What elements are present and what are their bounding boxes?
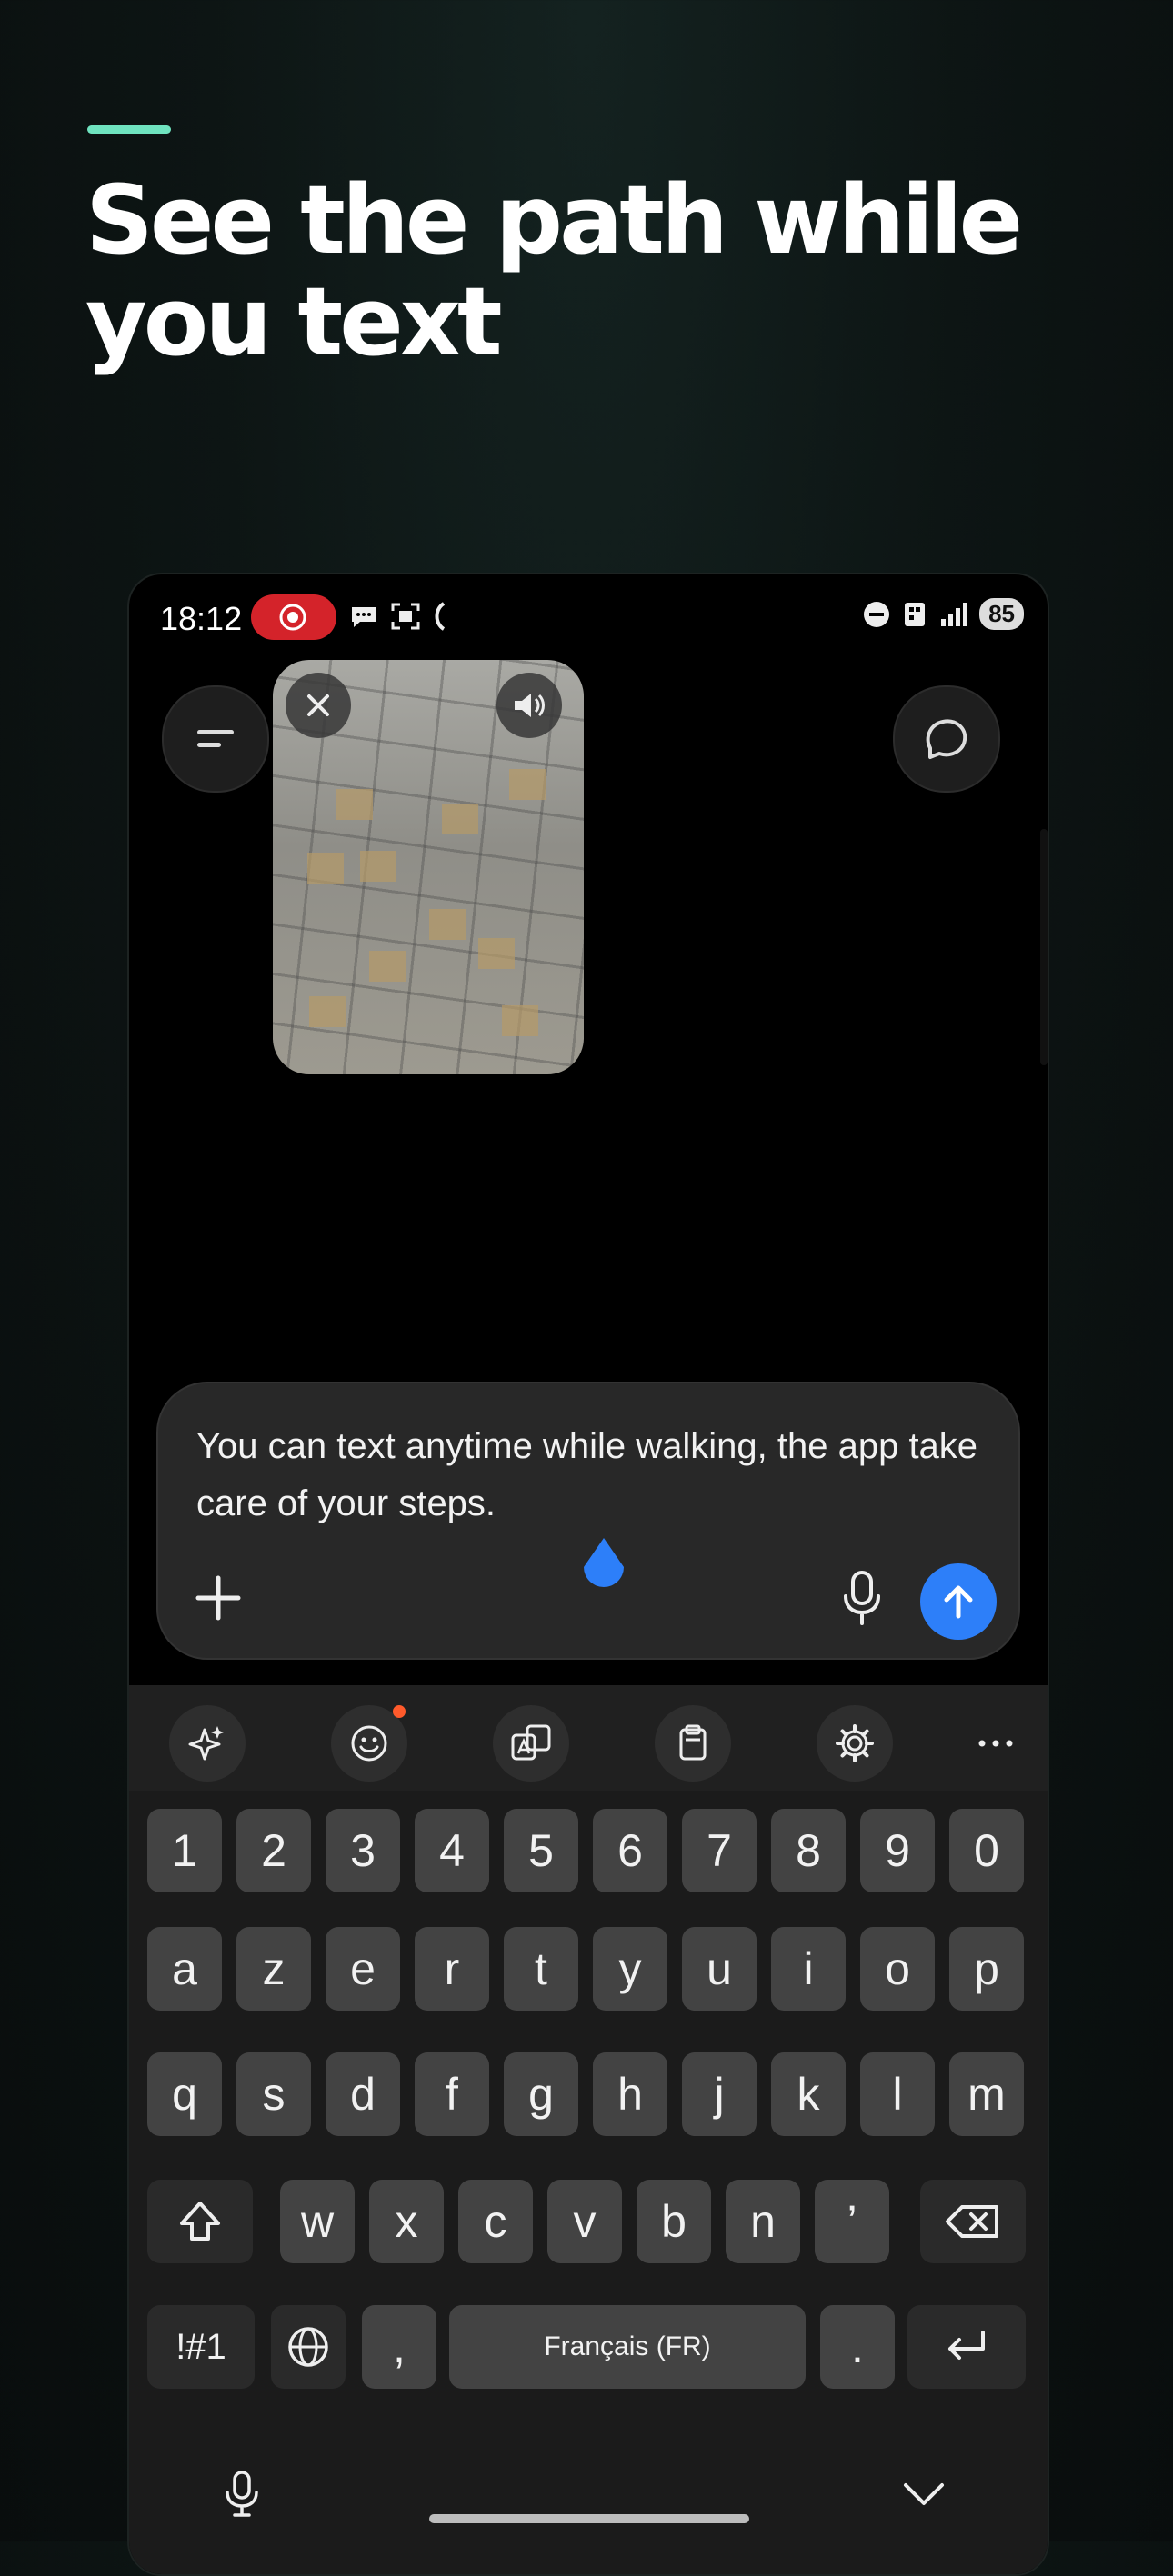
key-3[interactable]: 3	[326, 1809, 400, 1892]
gear-icon	[836, 1724, 874, 1762]
side-scroll-handle[interactable]	[1040, 829, 1048, 1065]
nfc-icon	[905, 602, 926, 626]
key-j[interactable]: j	[682, 2052, 757, 2136]
signal-icon	[941, 602, 968, 626]
backspace-icon	[946, 2205, 998, 2238]
key-d[interactable]: d	[326, 2052, 400, 2136]
key-v[interactable]: v	[547, 2180, 622, 2263]
keyboard-toolbar	[129, 1685, 1048, 1791]
more-icon	[978, 1740, 1013, 1747]
key-1[interactable]: 1	[147, 1809, 222, 1892]
key-c[interactable]: c	[458, 2180, 533, 2263]
key-s[interactable]: s	[236, 2052, 311, 2136]
period-key[interactable]: .	[820, 2305, 895, 2389]
status-right-icons: 85	[861, 598, 1024, 630]
shift-key[interactable]	[147, 2180, 253, 2263]
ai-tools-button[interactable]	[169, 1705, 246, 1782]
close-icon	[307, 694, 329, 716]
add-attachment-icon[interactable]	[193, 1573, 244, 1623]
key-2[interactable]: 2	[236, 1809, 311, 1892]
screen-record-indicator	[251, 594, 336, 640]
screenshot-icon	[391, 603, 420, 630]
voice-input-icon[interactable]	[220, 2469, 264, 2520]
dnd-icon	[864, 601, 890, 627]
home-indicator[interactable]	[429, 2514, 749, 2523]
key-t[interactable]: t	[504, 1927, 578, 2011]
enter-icon	[948, 2331, 985, 2360]
camera-preview	[273, 660, 584, 1074]
more-options-button[interactable]	[975, 1725, 1017, 1765]
new-chat-button[interactable]	[893, 685, 1000, 793]
message-icon	[352, 607, 376, 627]
key-m[interactable]: m	[949, 2052, 1024, 2136]
microphone-icon[interactable]	[838, 1569, 886, 1627]
key-8[interactable]: 8	[771, 1809, 846, 1892]
close-camera-button[interactable]	[286, 673, 351, 738]
key-u[interactable]: u	[682, 1927, 757, 2011]
key-0[interactable]: 0	[949, 1809, 1024, 1892]
text-cursor-handle-icon[interactable]	[578, 1536, 629, 1591]
call-icon	[435, 602, 446, 631]
notification-dot	[393, 1705, 406, 1718]
sparkle-icon	[188, 1726, 224, 1761]
settings-button[interactable]	[817, 1705, 893, 1782]
phone-mockup: 18:12 85 You can text anytime while walk…	[127, 573, 1049, 2576]
hide-keyboard-icon[interactable]	[900, 2476, 947, 2512]
menu-button[interactable]	[162, 685, 269, 793]
translate-icon	[511, 1724, 551, 1761]
key-i[interactable]: i	[771, 1927, 846, 2011]
key-w[interactable]: w	[280, 2180, 355, 2263]
language-key[interactable]	[271, 2305, 346, 2389]
record-icon	[279, 604, 306, 631]
translate-button[interactable]	[493, 1705, 569, 1782]
battery-indicator: 85	[979, 598, 1024, 630]
key-e[interactable]: e	[326, 1927, 400, 2011]
arrow-up-icon	[944, 1585, 973, 1619]
status-notification-icons	[347, 600, 449, 633]
comma-key[interactable]: ,	[362, 2305, 436, 2389]
speaker-icon	[515, 694, 545, 717]
headline: See the path while you text	[85, 165, 1023, 377]
message-composer[interactable]: You can text anytime while walking, the …	[156, 1382, 1020, 1660]
key-x[interactable]: x	[369, 2180, 444, 2263]
key-l[interactable]: l	[860, 2052, 935, 2136]
accent-line	[87, 125, 171, 134]
enter-key[interactable]	[907, 2305, 1026, 2389]
key-9[interactable]: 9	[860, 1809, 935, 1892]
key-5[interactable]: 5	[504, 1809, 578, 1892]
symbols-key[interactable]: !#1	[147, 2305, 255, 2389]
key-h[interactable]: h	[593, 2052, 667, 2136]
key-p[interactable]: p	[949, 1927, 1024, 2011]
menu-icon	[197, 730, 234, 747]
emoji-icon	[351, 1725, 387, 1762]
audio-button[interactable]	[496, 673, 562, 738]
key-7[interactable]: 7	[682, 1809, 757, 1892]
keyboard: 1 2 3 4 5 6 7 8 9 0 a z e r t y u i o p …	[129, 1685, 1048, 2574]
clipboard-icon	[679, 1724, 707, 1761]
key-a[interactable]: a	[147, 1927, 222, 2011]
key-4[interactable]: 4	[415, 1809, 489, 1892]
send-button[interactable]	[920, 1563, 997, 1640]
key-o[interactable]: o	[860, 1927, 935, 2011]
key-r[interactable]: r	[415, 1927, 489, 2011]
key-q[interactable]: q	[147, 2052, 222, 2136]
key-y[interactable]: y	[593, 1927, 667, 2011]
key-z[interactable]: z	[236, 1927, 311, 2011]
key-apostrophe[interactable]: ’	[815, 2180, 889, 2263]
shift-icon	[180, 2202, 220, 2241]
key-6[interactable]: 6	[593, 1809, 667, 1892]
key-n[interactable]: n	[726, 2180, 800, 2263]
clipboard-button[interactable]	[655, 1705, 731, 1782]
backspace-key[interactable]	[920, 2180, 1026, 2263]
key-k[interactable]: k	[771, 2052, 846, 2136]
space-key[interactable]: Français (FR)	[449, 2305, 806, 2389]
status-time: 18:12	[160, 600, 243, 637]
message-input[interactable]: You can text anytime while walking, the …	[196, 1418, 978, 1533]
key-b[interactable]: b	[637, 2180, 711, 2263]
key-f[interactable]: f	[415, 2052, 489, 2136]
globe-icon	[288, 2327, 328, 2367]
refresh-chat-icon	[926, 719, 967, 759]
key-g[interactable]: g	[504, 2052, 578, 2136]
